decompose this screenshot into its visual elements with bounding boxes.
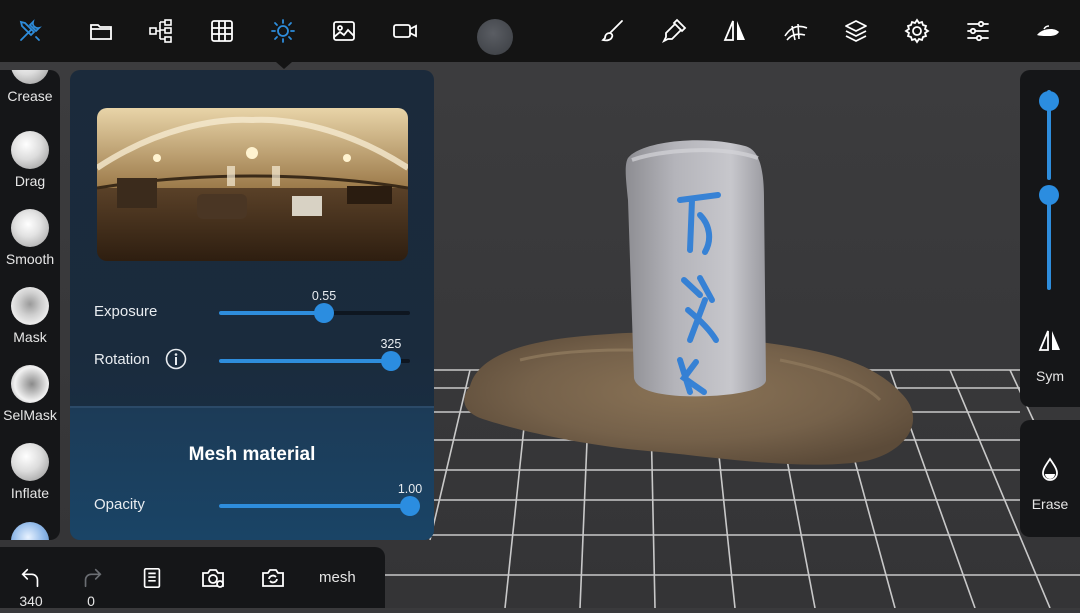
topology-icon[interactable] xyxy=(776,11,816,51)
folder-icon[interactable] xyxy=(81,11,121,51)
rotation-fill xyxy=(219,359,391,363)
status-indicator xyxy=(477,19,513,55)
next-tool-icon xyxy=(11,522,49,540)
symmetry-icon[interactable] xyxy=(715,11,755,51)
brush-settings-panel: Sym xyxy=(1020,70,1080,407)
tool-selmask[interactable]: SelMask xyxy=(0,363,60,441)
lighting-icon[interactable] xyxy=(263,11,303,51)
erase-label: Erase xyxy=(1031,496,1069,512)
active-tab-indicator xyxy=(276,62,292,69)
undo-button[interactable] xyxy=(16,563,46,593)
brush-icon[interactable] xyxy=(593,11,633,51)
tool-label: Drag xyxy=(14,173,46,189)
multires-icon[interactable] xyxy=(1028,11,1068,51)
bottom-toolbar: 340 0 mesh xyxy=(0,547,385,609)
radius-slider-handle[interactable] xyxy=(1039,90,1059,111)
intensity-slider-handle[interactable] xyxy=(1039,185,1059,205)
tool-label: Mask xyxy=(13,329,47,345)
rotation-slider-row: Rotation 325 xyxy=(70,337,434,375)
tool-strip: Crease Drag Smooth Mask SelMask Inflate xyxy=(0,70,60,540)
exposure-slider-row: Exposure 0.55 xyxy=(70,289,434,327)
tool-label: Inflate xyxy=(10,485,50,501)
tool-mask[interactable]: Mask xyxy=(0,285,60,363)
notes-button[interactable] xyxy=(137,563,167,593)
inflate-icon xyxy=(11,443,49,481)
rotation-label: Rotation xyxy=(94,351,150,368)
layers-icon[interactable] xyxy=(836,11,876,51)
intensity-slider[interactable] xyxy=(1047,195,1051,290)
opacity-value: 1.00 xyxy=(397,482,423,496)
erase-toggle[interactable]: Erase xyxy=(1020,420,1080,537)
rotation-value: 325 xyxy=(380,337,402,351)
reset-camera-button[interactable] xyxy=(258,563,288,593)
drag-icon xyxy=(11,131,49,169)
undo-count: 340 xyxy=(19,593,43,609)
smooth-icon xyxy=(11,209,49,247)
section-divider xyxy=(70,406,434,408)
camera-reset-icon xyxy=(262,569,284,587)
symmetry-icon[interactable] xyxy=(1037,328,1063,354)
sliders-icon[interactable] xyxy=(958,11,998,51)
crease-icon xyxy=(11,70,49,84)
settings-icon[interactable] xyxy=(897,11,937,51)
selmask-icon xyxy=(11,365,49,403)
drop-icon xyxy=(1042,457,1058,481)
grid-icon[interactable] xyxy=(202,11,242,51)
tool-crease[interactable]: Crease xyxy=(0,70,60,122)
info-icon[interactable] xyxy=(165,348,187,370)
redo-count: 0 xyxy=(87,593,95,609)
environment-panel: Exposure 0.55 Rotation 325 Mesh material… xyxy=(70,70,434,540)
tool-drag[interactable]: Drag xyxy=(0,129,60,207)
undo-icon xyxy=(21,568,39,588)
mesh-material-title: Mesh material xyxy=(188,444,316,465)
redo-button[interactable] xyxy=(77,563,107,593)
exposure-fill xyxy=(219,311,325,315)
opacity-slider-handle[interactable] xyxy=(400,496,420,516)
video-icon[interactable] xyxy=(385,11,425,51)
material-section xyxy=(70,408,434,540)
tool-inflate[interactable]: Inflate xyxy=(0,441,60,519)
tool-smooth[interactable]: Smooth xyxy=(0,207,60,285)
exposure-value: 0.55 xyxy=(311,289,337,303)
mesh-name-label[interactable]: mesh xyxy=(319,569,356,586)
notebook-icon xyxy=(143,567,161,589)
rotation-slider[interactable]: 325 xyxy=(219,337,410,371)
opacity-label: Opacity xyxy=(94,496,145,513)
mask-icon xyxy=(11,287,49,325)
exposure-label: Exposure xyxy=(94,303,158,320)
scene-tree-icon[interactable] xyxy=(141,11,181,51)
environment-hdri-preview[interactable] xyxy=(97,108,408,261)
tool-label: Crease xyxy=(7,88,53,104)
paint-tube-icon[interactable] xyxy=(654,11,694,51)
tool-label: SelMask xyxy=(3,407,57,423)
sym-label: Sym xyxy=(1036,368,1064,384)
hdri-panorama-image xyxy=(97,108,408,261)
opacity-slider[interactable]: 1.00 xyxy=(219,482,422,516)
camera-icon xyxy=(202,569,224,588)
exposure-slider[interactable]: 0.55 xyxy=(219,289,410,323)
redo-icon xyxy=(84,568,102,588)
opacity-slider-row: Opacity 1.00 xyxy=(70,482,434,520)
tool-next[interactable] xyxy=(0,520,60,540)
image-icon[interactable] xyxy=(324,11,364,51)
top-toolbar xyxy=(0,0,1080,62)
screenshot-button[interactable] xyxy=(198,563,228,593)
exposure-slider-handle[interactable] xyxy=(314,303,335,323)
tool-label: Smooth xyxy=(5,251,55,267)
rotation-slider-handle[interactable] xyxy=(380,351,401,371)
tools-icon[interactable] xyxy=(10,11,50,51)
opacity-fill xyxy=(219,504,410,508)
